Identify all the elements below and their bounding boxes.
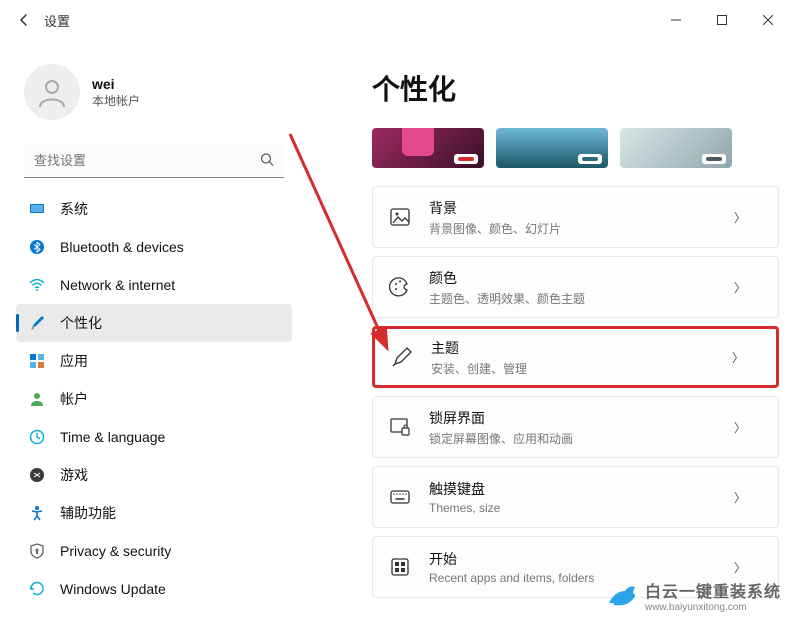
card-subtitle: 背景图像、颜色、幻灯片 <box>429 220 718 237</box>
chevron-right-icon: 〉 <box>734 279 746 296</box>
shield-icon <box>28 542 46 560</box>
nav-item-accessibility[interactable]: 辅助功能 <box>16 494 292 532</box>
wifi-icon <box>28 276 46 294</box>
nav-item-bluetooth[interactable]: Bluetooth & devices <box>16 228 292 266</box>
search-icon <box>260 153 274 170</box>
nav-item-system[interactable]: 系统 <box>16 190 292 228</box>
chevron-right-icon: 〉 <box>734 209 746 226</box>
minimize-button[interactable] <box>653 4 699 36</box>
nav-label: 帐户 <box>60 389 88 409</box>
accent-swatch-3 <box>706 157 722 161</box>
titlebar: 设置 <box>0 0 799 40</box>
theme-thumbnail-2[interactable] <box>496 128 608 168</box>
card-title: 触摸键盘 <box>429 479 718 499</box>
card-start[interactable]: 开始 Recent apps and items, folders 〉 <box>372 536 779 598</box>
nav-label: 辅助功能 <box>60 503 116 523</box>
bluetooth-icon <box>28 238 46 256</box>
card-colors[interactable]: 颜色 主题色、透明效果、颜色主题 〉 <box>372 256 779 318</box>
nav-list: 系统 Bluetooth & devices Network & interne… <box>16 190 292 608</box>
nav-label: Network & internet <box>60 277 175 293</box>
nav-item-privacy[interactable]: Privacy & security <box>16 532 292 570</box>
window-title: 设置 <box>44 11 70 30</box>
nav-label: Time & language <box>60 429 165 445</box>
start-icon <box>389 556 411 578</box>
chevron-right-icon: 〉 <box>734 559 746 576</box>
page-title: 个性化 <box>372 68 779 108</box>
nav-item-apps[interactable]: 应用 <box>16 342 292 380</box>
clock-icon <box>28 428 46 446</box>
theme-thumbnail-1[interactable] <box>372 128 484 168</box>
keyboard-icon <box>389 486 411 508</box>
nav-item-time-language[interactable]: Time & language <box>16 418 292 456</box>
nav-item-windows-update[interactable]: Windows Update <box>16 570 292 608</box>
nav-label: Windows Update <box>60 581 166 597</box>
pen-icon <box>391 346 413 368</box>
search-input[interactable] <box>24 144 284 178</box>
user-name: wei <box>92 76 140 92</box>
apps-icon <box>28 352 46 370</box>
account-icon <box>28 390 46 408</box>
nav-label: 游戏 <box>60 465 88 485</box>
card-title: 颜色 <box>429 268 718 288</box>
accessibility-icon <box>28 504 46 522</box>
lock-screen-icon <box>389 416 411 438</box>
avatar <box>24 64 80 120</box>
card-subtitle: 主题色、透明效果、颜色主题 <box>429 290 718 307</box>
sidebar: wei 本地帐户 系统 Bluetooth & devices Network … <box>0 40 300 627</box>
close-button[interactable] <box>745 4 791 36</box>
theme-thumbnails <box>372 128 779 168</box>
user-block[interactable]: wei 本地帐户 <box>24 64 284 120</box>
card-subtitle: 安装、创建、管理 <box>431 360 716 377</box>
card-title: 主题 <box>431 338 716 358</box>
chevron-right-icon: 〉 <box>732 349 744 366</box>
card-lock-screen[interactable]: 锁屏界面 锁定屏幕图像、应用和动画 〉 <box>372 396 779 458</box>
card-title: 开始 <box>429 549 718 569</box>
nav-item-network[interactable]: Network & internet <box>16 266 292 304</box>
accent-swatch-2 <box>582 157 598 161</box>
image-icon <box>389 206 411 228</box>
windows-update-icon <box>28 580 46 598</box>
gaming-icon <box>28 466 46 484</box>
card-subtitle: Themes, size <box>429 501 718 515</box>
theme-thumbnail-3[interactable] <box>620 128 732 168</box>
card-title: 锁屏界面 <box>429 408 718 428</box>
system-icon <box>28 200 46 218</box>
back-button[interactable] <box>8 4 40 36</box>
chevron-right-icon: 〉 <box>734 419 746 436</box>
card-touch-keyboard[interactable]: 触摸键盘 Themes, size 〉 <box>372 466 779 528</box>
nav-label: 应用 <box>60 351 88 371</box>
chevron-right-icon: 〉 <box>734 489 746 506</box>
brush-icon <box>28 314 46 332</box>
card-background[interactable]: 背景 背景图像、颜色、幻灯片 〉 <box>372 186 779 248</box>
card-subtitle: Recent apps and items, folders <box>429 571 718 585</box>
nav-label: 系统 <box>60 199 88 219</box>
maximize-button[interactable] <box>699 4 745 36</box>
nav-item-personalization[interactable]: 个性化 <box>16 304 292 342</box>
nav-label: Privacy & security <box>60 543 171 559</box>
nav-label: Bluetooth & devices <box>60 239 184 255</box>
nav-item-gaming[interactable]: 游戏 <box>16 456 292 494</box>
nav-item-accounts[interactable]: 帐户 <box>16 380 292 418</box>
card-title: 背景 <box>429 198 718 218</box>
palette-icon <box>389 276 411 298</box>
nav-label: 个性化 <box>60 313 102 333</box>
card-subtitle: 锁定屏幕图像、应用和动画 <box>429 430 718 447</box>
user-account-type: 本地帐户 <box>92 92 140 109</box>
card-themes[interactable]: 主题 安装、创建、管理 〉 <box>372 326 779 388</box>
main-content: 个性化 背景 背景图像、颜色、幻灯片 〉 颜色 主题色、透明效果、颜色主题 〉 <box>300 40 799 627</box>
search-wrap <box>24 144 284 178</box>
accent-swatch-1 <box>458 157 474 161</box>
